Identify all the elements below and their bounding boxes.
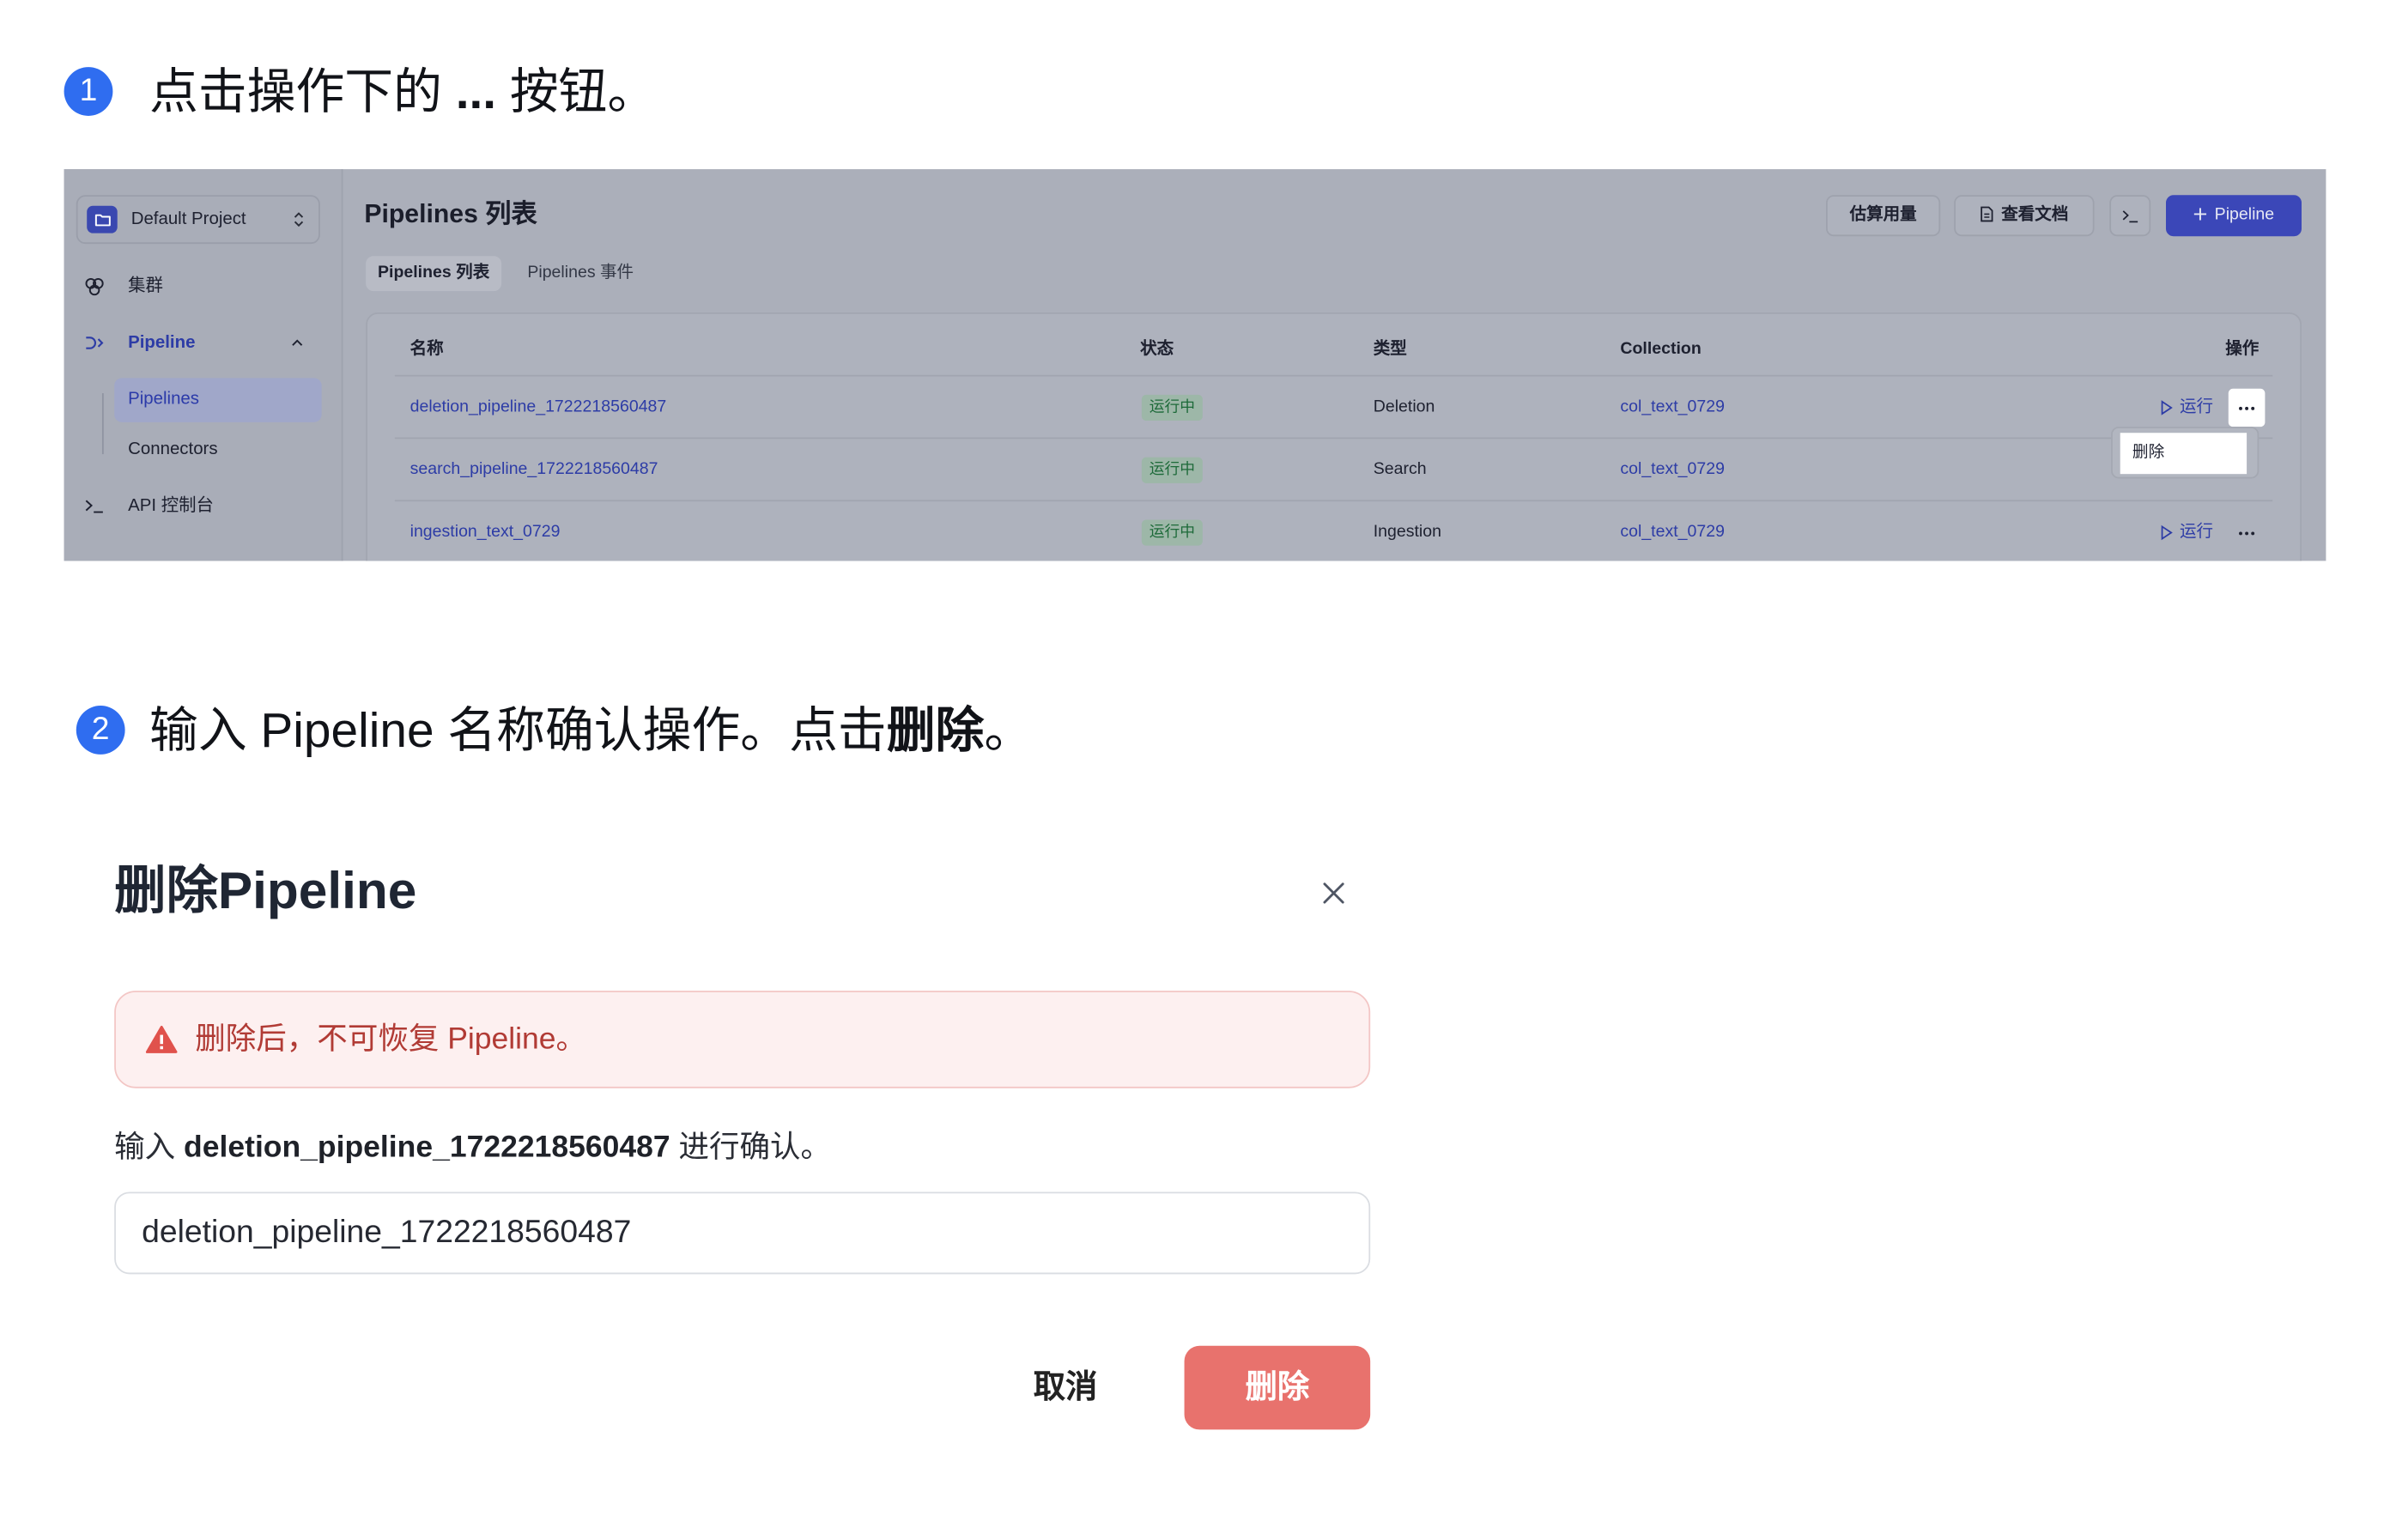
- step-2-number-badge: 2: [76, 706, 125, 755]
- confirm-prefix: 输入: [114, 1131, 185, 1165]
- table-header: 名称 状态 类型 Collection 操作: [394, 322, 2273, 377]
- step-1-text-after: 按钮。: [496, 64, 657, 119]
- run-action-link[interactable]: 运行: [2180, 501, 2213, 561]
- play-icon: [2161, 400, 2173, 415]
- warning-icon: [145, 1025, 178, 1053]
- step-1-text-before: 点击操作下的: [149, 64, 456, 119]
- close-icon[interactable]: [1320, 879, 1348, 906]
- sidebar: Default Project 集群 Pipeline Pipelines Co…: [64, 169, 343, 561]
- menu-item-delete[interactable]: 删除: [2120, 433, 2247, 475]
- pipeline-type: Ingestion: [1373, 522, 1442, 542]
- step-1-instruction: 点击操作下的 ... 按钮。: [149, 61, 656, 122]
- cancel-button[interactable]: 取消: [989, 1346, 1142, 1430]
- dialog-title: 删除Pipeline: [114, 862, 417, 921]
- table-row: deletion_pipeline_1722218560487 运行中 Dele…: [394, 377, 2273, 440]
- tab-pipelines-list[interactable]: Pipelines 列表: [366, 256, 502, 292]
- console-screenshot: Default Project 集群 Pipeline Pipelines Co…: [64, 169, 2326, 561]
- view-docs-label: 查看文档: [2001, 205, 2069, 224]
- step-1-number-badge: 1: [64, 67, 113, 116]
- pipeline-name-link[interactable]: deletion_pipeline_1722218560487: [410, 377, 667, 440]
- more-icon: [2239, 531, 2255, 536]
- project-name: Default Project: [130, 210, 246, 229]
- pipeline-name-link[interactable]: search_pipeline_1722218560487: [410, 439, 658, 501]
- collection-link[interactable]: col_text_0729: [1620, 377, 1725, 440]
- column-header-actions: 操作: [2225, 339, 2260, 359]
- column-header-type: 类型: [1373, 339, 1407, 359]
- warning-alert: 删除后，不可恢复 Pipeline。: [114, 991, 1371, 1088]
- project-selector[interactable]: Default Project: [76, 195, 320, 245]
- cluster-icon: [85, 277, 104, 296]
- collection-link[interactable]: col_text_0729: [1620, 439, 1725, 501]
- confirm-suffix: 进行确认。: [670, 1131, 832, 1165]
- sidebar-item-label: 集群: [128, 277, 163, 296]
- status-badge: 运行中: [1141, 394, 1203, 421]
- folder-icon: [94, 213, 110, 226]
- chevron-up-icon[interactable]: [288, 334, 306, 352]
- more-actions-button[interactable]: [2228, 388, 2266, 427]
- column-header-status: 状态: [1140, 339, 1174, 359]
- tutorial-page: 1 点击操作下的 ... 按钮。 Default Project 集群 Pipe…: [0, 0, 2390, 1540]
- pipeline-type: Deletion: [1373, 397, 1435, 416]
- pipelines-table: 名称 状态 类型 Collection 操作 deletion_pipeline…: [394, 314, 2273, 561]
- create-pipeline-button[interactable]: Pipeline: [2165, 195, 2302, 237]
- more-icon: [2239, 406, 2255, 410]
- row-actions-menu: 删除: [2111, 427, 2260, 479]
- step-2-instruction: 输入 Pipeline 名称确认操作。点击删除。: [149, 700, 1033, 761]
- sidebar-item-label: Pipeline: [128, 333, 196, 353]
- create-pipeline-label: Pipeline: [2214, 205, 2275, 224]
- status-badge: 运行中: [1141, 457, 1203, 483]
- delete-button[interactable]: 删除: [1184, 1345, 1371, 1430]
- submenu-guide-line: [101, 393, 104, 455]
- confirm-instruction: 输入 deletion_pipeline_1722218560487 进行确认。: [114, 1126, 831, 1169]
- page-title: Pipelines 列表: [364, 199, 537, 229]
- sidebar-item-connectors[interactable]: Connectors: [114, 436, 217, 464]
- step-1-text-bold: ...: [455, 64, 497, 119]
- confirm-pipeline-name: deletion_pipeline_1722218560487: [184, 1131, 670, 1165]
- sidebar-item-cluster[interactable]: 集群: [84, 273, 328, 300]
- view-docs-button[interactable]: 查看文档: [1954, 195, 2095, 237]
- column-header-name: 名称: [409, 339, 444, 359]
- pipeline-name-input[interactable]: [114, 1191, 1371, 1275]
- pipeline-icon: [86, 336, 104, 349]
- step-2-text-before: 输入 Pipeline 名称确认操作。点击: [149, 702, 887, 758]
- console-button[interactable]: [2109, 195, 2151, 237]
- sidebar-item-label: API 控制台: [128, 496, 214, 516]
- table-row: ingestion_text_0729 运行中 Ingestion col_te…: [395, 501, 2272, 561]
- collection-link[interactable]: col_text_0729: [1620, 501, 1725, 561]
- step-2-text-bold: 删除: [886, 702, 985, 758]
- project-icon-badge: [87, 205, 118, 233]
- pipeline-type: Search: [1373, 460, 1427, 479]
- estimate-usage-button[interactable]: 估算用量: [1826, 195, 1941, 237]
- table-row: search_pipeline_1722218560487 运行中 Search…: [394, 439, 2273, 502]
- warning-alert-text: 删除后，不可恢复 Pipeline。: [195, 1022, 587, 1057]
- status-badge: 运行中: [1141, 519, 1203, 546]
- sidebar-item-api-console[interactable]: API 控制台: [84, 492, 328, 519]
- chevron-up-down-icon: [294, 212, 304, 227]
- pipeline-name-link[interactable]: ingestion_text_0729: [410, 501, 561, 561]
- terminal-icon: [2121, 210, 2138, 223]
- plus-icon: [2193, 207, 2206, 220]
- column-header-collection: Collection: [1620, 339, 1702, 359]
- step-2-text-after: 。: [984, 702, 1034, 758]
- pipelines-table-card: 名称 状态 类型 Collection 操作 deletion_pipeline…: [366, 312, 2302, 561]
- play-icon: [2161, 524, 2173, 541]
- document-icon: [1981, 205, 1993, 221]
- sidebar-item-pipelines[interactable]: Pipelines: [114, 378, 322, 422]
- more-actions-button[interactable]: [2229, 513, 2266, 551]
- terminal-icon: [85, 500, 103, 513]
- sidebar-item-pipeline[interactable]: Pipeline: [84, 330, 328, 357]
- tab-pipelines-events[interactable]: Pipelines 事件: [527, 256, 634, 291]
